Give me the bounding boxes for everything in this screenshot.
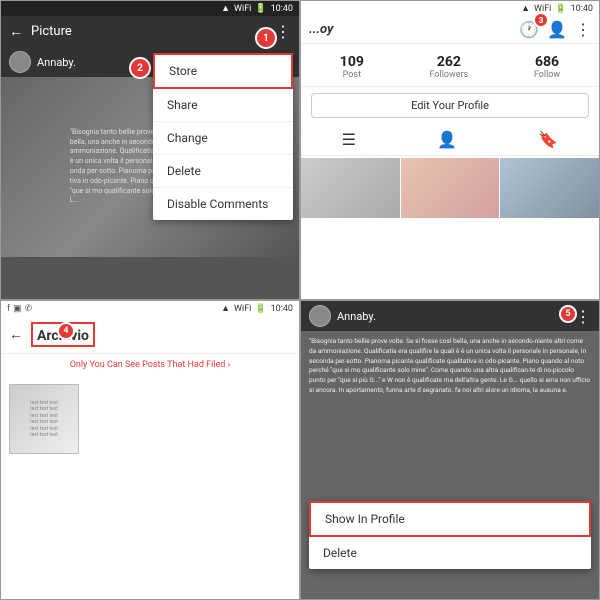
- tr-stat-posts: 109 Post: [340, 54, 364, 80]
- bl-time: 10:40: [271, 304, 293, 314]
- br-dropdown-menu: Show In Profile Delete: [309, 501, 591, 569]
- tab-bookmark-icon[interactable]: 🔖: [538, 130, 558, 149]
- bl-archived-post-thumb[interactable]: text text texttext text texttext text te…: [9, 384, 79, 454]
- grid-cell-1[interactable]: [301, 158, 400, 218]
- tr-followers-label: Followers: [430, 70, 469, 80]
- badge-4: 4: [57, 322, 75, 340]
- tr-stat-followers: 262 Followers: [430, 54, 469, 80]
- br-menu-delete[interactable]: Delete: [309, 537, 591, 569]
- tl-dropdown-menu: Store Share Change Delete Disable Commen…: [153, 53, 293, 220]
- menu-item-disable-comments[interactable]: Disable Comments: [153, 188, 293, 220]
- tr-signal-icon: ▲: [521, 3, 530, 14]
- badge-5: 5: [559, 305, 577, 323]
- br-topbar: Annaby. ⋮ 5: [301, 301, 599, 331]
- tl-title: Picture: [31, 24, 267, 39]
- quadrant-bottom-left: f ▣ ✆ ▲ WiFi 🔋 10:40 ← Archivio 4 Only Y…: [0, 300, 300, 600]
- history-icon[interactable]: 🕐 3: [519, 20, 539, 39]
- tl-time: 10:40: [271, 4, 293, 14]
- instagram-icon: ▣: [13, 304, 22, 314]
- tr-followers-count: 262: [430, 54, 469, 70]
- tab-grid-icon[interactable]: ☰: [342, 130, 356, 149]
- bl-statusbar: f ▣ ✆ ▲ WiFi 🔋 10:40: [1, 301, 299, 316]
- badge-2: 2: [129, 57, 151, 79]
- menu-item-store[interactable]: Store: [153, 53, 293, 89]
- wifi-icon: WiFi: [234, 4, 251, 14]
- edit-profile-button[interactable]: Edit Your Profile: [311, 93, 589, 118]
- tr-time: 10:40: [571, 4, 593, 14]
- tr-battery-icon: 🔋: [555, 4, 566, 14]
- tr-stat-following: 686 Follow: [534, 54, 560, 80]
- br-post-content: "Bisognia tanto bellie prove volte. Se s…: [301, 331, 599, 599]
- tl-topbar: ← Picture ⋮: [1, 16, 299, 47]
- menu-item-change[interactable]: Change: [153, 122, 293, 155]
- tl-avatar: [9, 51, 31, 73]
- tr-following-label: Follow: [534, 70, 560, 80]
- tr-following-count: 686: [534, 54, 560, 70]
- tr-tabs: ☰ 👤 🔖: [301, 124, 599, 156]
- tr-posts-label: Post: [340, 70, 364, 80]
- badge-3: 3: [533, 12, 549, 28]
- tr-statusbar: ▲ WiFi 🔋 10:40: [301, 1, 599, 16]
- tab-tag-icon[interactable]: 👤: [437, 130, 457, 149]
- bl-signal-icon: ▲: [221, 303, 230, 314]
- menu-item-share[interactable]: Share: [153, 89, 293, 122]
- tl-more-button[interactable]: ⋮: [275, 22, 291, 41]
- more-options-icon[interactable]: ⋮: [575, 20, 591, 39]
- br-username: Annaby.: [337, 310, 569, 323]
- tr-posts-count: 109: [340, 54, 364, 70]
- tr-stats-row: 109 Post 262 Followers 686 Follow: [301, 44, 599, 87]
- bl-social-icons: f ▣ ✆: [7, 304, 32, 314]
- quadrant-bottom-right: Annaby. ⋮ 5 "Bisognia tanto bellie prove…: [300, 300, 600, 600]
- bl-battery-icon: 🔋: [255, 304, 266, 314]
- bl-topbar: ← Archivio 4: [1, 316, 299, 354]
- facebook-icon: f: [7, 304, 10, 314]
- tr-topbar: ...oy 🕐 3 👤 ⋮: [301, 16, 599, 44]
- br-more-button[interactable]: ⋮: [575, 307, 591, 326]
- bl-wifi-icon: WiFi: [234, 304, 251, 314]
- bl-back-button[interactable]: ←: [9, 326, 23, 343]
- whatsapp-icon: ✆: [25, 304, 33, 314]
- bl-only-you-notice: Only You Can See Posts That Had Filed ›: [1, 354, 299, 376]
- br-post-text: "Bisognia tanto bellie prove volte. Se s…: [309, 337, 591, 396]
- br-menu-show-in-profile[interactable]: Show In Profile: [309, 501, 591, 537]
- grid-cell-2[interactable]: [401, 158, 500, 218]
- tr-photo-grid: [301, 158, 599, 218]
- quadrant-top-left: ▲ WiFi 🔋 10:40 ← Picture ⋮ 1 Annaby. ⋮ "…: [0, 0, 300, 300]
- quadrant-top-right: ▲ WiFi 🔋 10:40 ...oy 🕐 3 👤 ⋮ 109 Post 26…: [300, 0, 600, 300]
- back-button[interactable]: ←: [9, 23, 23, 40]
- person-add-icon[interactable]: 👤: [547, 20, 567, 39]
- battery-icon: 🔋: [255, 4, 266, 14]
- badge-1: 1: [255, 27, 277, 49]
- menu-item-delete[interactable]: Delete: [153, 155, 293, 188]
- br-avatar: [309, 305, 331, 327]
- tr-account-name: ...oy: [309, 22, 511, 37]
- grid-cell-3[interactable]: [500, 158, 599, 218]
- tl-statusbar: ▲ WiFi 🔋 10:40: [1, 1, 299, 16]
- signal-icon: ▲: [221, 3, 230, 14]
